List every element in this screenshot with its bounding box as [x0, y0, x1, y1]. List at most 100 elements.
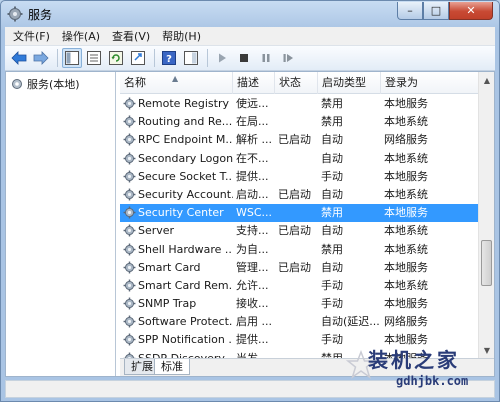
- service-row[interactable]: Security Center WSC... 禁用 本地服务: [120, 204, 478, 223]
- services-list-pane: ▲ 名称 描述 状态 启动类型 登录为 Remote Registry 使远...…: [120, 72, 494, 376]
- vertical-scrollbar[interactable]: ▲ ▼: [478, 72, 494, 358]
- service-startup-type-cell: 禁用: [321, 242, 343, 256]
- service-status-cell: 已启动: [278, 224, 311, 238]
- service-description-cell: 启动...: [236, 187, 269, 201]
- tab-standard[interactable]: 标准: [154, 359, 190, 375]
- column-header-description[interactable]: 描述: [233, 72, 275, 94]
- watermark: 装机之家 gdhjbk.com: [346, 344, 496, 400]
- scroll-thumb[interactable]: [481, 240, 492, 286]
- service-log-on-as-cell: 网络服务: [384, 133, 428, 147]
- service-startup-type-cell: 手动: [321, 297, 343, 311]
- service-gear-icon: [123, 297, 136, 310]
- service-name-cell: Secure Socket T...: [120, 168, 233, 186]
- pause-service-button[interactable]: [256, 48, 276, 68]
- service-status-cell: 已启动: [278, 187, 311, 201]
- service-log-on-as-cell: 本地服务: [384, 169, 428, 183]
- service-gear-icon: [123, 97, 136, 110]
- service-gear-icon: [123, 133, 136, 146]
- service-startup-type-cell: 手动: [321, 169, 343, 183]
- service-row[interactable]: Routing and Re... 在局... 禁用 本地系统: [120, 113, 478, 131]
- forward-button[interactable]: [31, 48, 51, 68]
- tree-node-services-local[interactable]: 服务(本地): [6, 72, 115, 92]
- title-bar[interactable]: 服务 – □ ✕: [1, 1, 499, 27]
- service-row[interactable]: Server 支持... 已启动 自动 本地系统: [120, 222, 478, 240]
- start-service-button[interactable]: [212, 48, 232, 68]
- maximize-button[interactable]: □: [423, 2, 449, 20]
- show-action-pane-button[interactable]: [181, 48, 201, 68]
- service-description-cell: 为自...: [236, 242, 269, 256]
- stop-service-button[interactable]: [234, 48, 254, 68]
- properties-pane-button[interactable]: [84, 48, 104, 68]
- service-name-cell: Security Center: [120, 204, 233, 222]
- console-tree: 服务(本地): [6, 72, 116, 376]
- service-startup-type-cell: 禁用: [321, 115, 343, 129]
- menu-action[interactable]: 操作(A): [62, 28, 100, 44]
- refresh-icon: [109, 51, 123, 65]
- service-status-cell: [275, 295, 318, 313]
- column-header-log-on-as[interactable]: 登录为: [381, 72, 451, 94]
- service-row[interactable]: Shell Hardware ... 为自... 禁用 本地系统: [120, 241, 478, 259]
- service-row[interactable]: Secure Socket T... 提供... 手动 本地服务: [120, 168, 478, 186]
- service-log-on-as-cell: 本地服务: [384, 297, 428, 311]
- pause-icon: [262, 54, 270, 62]
- service-row[interactable]: Remote Registry 使远... 禁用 本地服务: [120, 95, 478, 113]
- service-gear-icon: [123, 170, 136, 183]
- close-button[interactable]: ✕: [449, 2, 493, 20]
- services-rows: Remote Registry 使远... 禁用 本地服务 Routing and Re…: [120, 95, 478, 358]
- menu-file[interactable]: 文件(F): [13, 28, 50, 44]
- minimize-button[interactable]: –: [397, 2, 423, 20]
- help-button[interactable]: ?: [159, 48, 179, 68]
- service-row[interactable]: Smart Card 管理... 已启动 自动 本地服务: [120, 259, 478, 277]
- service-description-cell: 管理...: [236, 260, 269, 274]
- scroll-up-button[interactable]: ▲: [479, 72, 494, 88]
- column-header-name[interactable]: ▲ 名称: [120, 72, 233, 94]
- toolbar: ?: [5, 46, 495, 71]
- watermark-url: gdhjbk.com: [396, 374, 469, 388]
- service-description-cell: 提供...: [236, 169, 269, 183]
- service-row[interactable]: Secondary Logon 在不... 自动 本地系统: [120, 150, 478, 168]
- column-header-status[interactable]: 状态: [275, 72, 318, 94]
- services-window: 服务 – □ ✕ 文件(F) 操作(A) 查看(V) 帮助(H) ? 服务(本地…: [0, 0, 500, 402]
- service-name-cell: Smart Card Rem...: [120, 277, 233, 295]
- service-gear-icon: [123, 279, 136, 292]
- service-status-cell: [275, 204, 318, 222]
- service-log-on-as-cell: 本地系统: [384, 278, 428, 292]
- service-startup-type-cell: 自动: [321, 187, 343, 201]
- show-hide-console-tree-button[interactable]: [62, 48, 82, 68]
- service-log-on-as-cell: 本地系统: [384, 224, 428, 238]
- service-startup-type-cell: 自动: [321, 260, 343, 274]
- refresh-button[interactable]: [106, 48, 126, 68]
- service-log-on-as-cell: 本地系统: [384, 187, 428, 201]
- service-row[interactable]: Smart Card Rem... 允许... 手动 本地系统: [120, 277, 478, 295]
- help-icon: ?: [162, 51, 176, 65]
- window-controls: – □ ✕: [397, 2, 493, 20]
- service-gear-icon: [123, 152, 136, 165]
- column-header-startup-type[interactable]: 启动类型: [318, 72, 381, 94]
- service-name-cell: SSDP Discovery: [120, 350, 233, 358]
- service-gear-icon: [123, 115, 136, 128]
- service-row[interactable]: Software Protect... 启用 ... 自动(延迟... 网络服务: [120, 313, 478, 331]
- service-row[interactable]: Security Account... 启动... 已启动 自动 本地系统: [120, 186, 478, 204]
- menu-view[interactable]: 查看(V): [112, 28, 150, 44]
- export-list-button[interactable]: [128, 48, 148, 68]
- toolbar-separator: [207, 49, 208, 67]
- service-log-on-as-cell: 网络服务: [384, 315, 428, 329]
- service-description-cell: 解析 ...: [236, 133, 272, 147]
- restart-service-button[interactable]: [278, 48, 298, 68]
- service-status-cell: [275, 241, 318, 259]
- back-button[interactable]: [9, 48, 29, 68]
- menu-bar: 文件(F) 操作(A) 查看(V) 帮助(H): [5, 27, 495, 46]
- close-icon: ✕: [466, 4, 476, 17]
- service-gear-icon: [123, 261, 136, 274]
- service-description-cell: 接收...: [236, 297, 269, 311]
- menu-help[interactable]: 帮助(H): [162, 28, 201, 44]
- service-description-cell: 使远...: [236, 97, 269, 110]
- service-gear-icon: [123, 333, 136, 346]
- service-row[interactable]: SNMP Trap 接收... 手动 本地服务: [120, 295, 478, 313]
- service-status-cell: 已启动: [278, 260, 311, 274]
- svg-text:?: ?: [166, 54, 172, 65]
- services-gear-icon: [7, 6, 23, 22]
- service-row[interactable]: RPC Endpoint M... 解析 ... 已启动 自动 网络服务: [120, 131, 478, 149]
- export-icon: [131, 51, 145, 65]
- service-status-cell: [275, 168, 318, 186]
